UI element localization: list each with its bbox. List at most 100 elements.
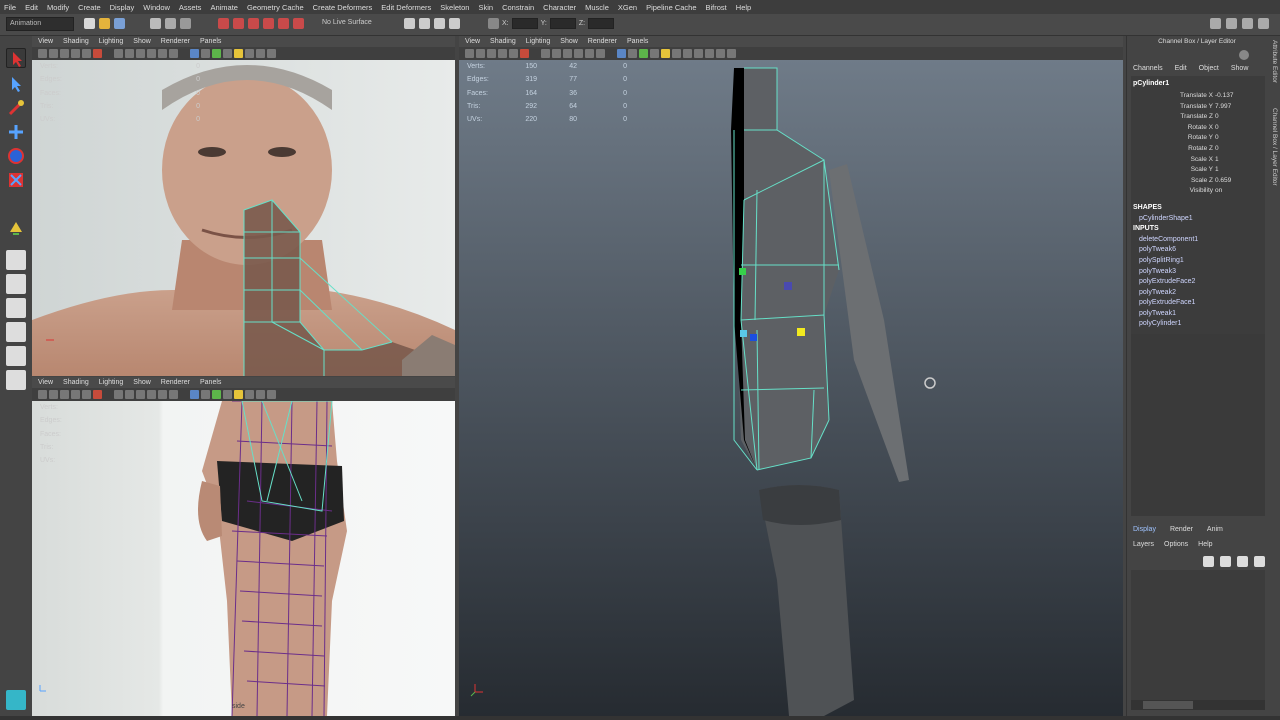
grid-icon[interactable] bbox=[82, 390, 91, 399]
motion-blur-icon[interactable] bbox=[245, 49, 254, 58]
persp-viewport-image[interactable] bbox=[459, 60, 1123, 716]
panel-menu-view[interactable]: View bbox=[465, 38, 480, 45]
input-node[interactable]: polyTweak3 bbox=[1131, 267, 1265, 278]
panel-menu-shading[interactable]: Shading bbox=[63, 379, 89, 386]
menu-create-deformers[interactable]: Create Deformers bbox=[313, 3, 373, 12]
attr-row-scale-z[interactable]: Scale Z 0.659 bbox=[1131, 176, 1265, 187]
panel-menu-shading[interactable]: Shading bbox=[490, 38, 516, 45]
menu-animate[interactable]: Animate bbox=[210, 3, 238, 12]
tab-edit[interactable]: Edit bbox=[1175, 65, 1187, 72]
xray-icon[interactable] bbox=[628, 49, 637, 58]
tab-render-layers[interactable]: Render bbox=[1170, 526, 1193, 538]
attr-value[interactable]: 0 bbox=[1215, 144, 1219, 155]
camera-select-icon[interactable] bbox=[465, 49, 474, 58]
grid-icon[interactable] bbox=[509, 49, 518, 58]
tool-settings-icon[interactable] bbox=[1210, 18, 1221, 29]
shadows-icon[interactable] bbox=[169, 49, 178, 58]
lights-icon[interactable] bbox=[158, 390, 167, 399]
menu-options[interactable]: Options bbox=[1164, 541, 1188, 548]
paint-select-tool-icon[interactable] bbox=[6, 98, 26, 118]
z-field[interactable] bbox=[588, 18, 615, 29]
attr-value[interactable]: 1 bbox=[1215, 165, 1219, 176]
panel-menu-view[interactable]: View bbox=[38, 38, 53, 45]
wireframe-icon[interactable] bbox=[114, 49, 123, 58]
shadows-icon[interactable] bbox=[596, 49, 605, 58]
attr-value[interactable]: 0 bbox=[1215, 123, 1219, 134]
four-view-layout-icon[interactable] bbox=[6, 274, 26, 294]
menu-help[interactable]: Help bbox=[736, 3, 751, 12]
attr-row-translate-z[interactable]: Translate Z0 bbox=[1131, 112, 1265, 123]
wire-on-shaded-icon[interactable] bbox=[136, 49, 145, 58]
menu-xgen[interactable]: XGen bbox=[618, 3, 637, 12]
camera-attr-icon[interactable] bbox=[476, 49, 485, 58]
menu-skin[interactable]: Skin bbox=[478, 3, 493, 12]
panel-menu-show[interactable]: Show bbox=[560, 38, 578, 45]
x-field[interactable] bbox=[511, 18, 538, 29]
lights-icon[interactable] bbox=[585, 49, 594, 58]
ipr-render-icon[interactable] bbox=[434, 18, 445, 29]
menu-edit-deformers[interactable]: Edit Deformers bbox=[381, 3, 431, 12]
transform-mode-icon[interactable] bbox=[488, 18, 499, 29]
attr-value[interactable]: -0.137 bbox=[1215, 91, 1233, 102]
xray-joints-icon[interactable] bbox=[639, 49, 648, 58]
menu-modify[interactable]: Modify bbox=[47, 3, 69, 12]
input-node[interactable]: polySplitRing1 bbox=[1131, 256, 1265, 267]
uv-editor-layout-icon[interactable] bbox=[6, 370, 26, 390]
attr-row-scale-x[interactable]: Scale X1 bbox=[1131, 155, 1265, 166]
camera-attr-icon[interactable] bbox=[49, 390, 58, 399]
channel-box-side-tab[interactable]: Channel Box / Layer Editor bbox=[1268, 108, 1278, 228]
bookmark-icon[interactable] bbox=[60, 49, 69, 58]
move-layer-down-icon[interactable] bbox=[1220, 556, 1231, 567]
new-layer-selected-icon[interactable] bbox=[1254, 556, 1265, 567]
dof-icon[interactable] bbox=[267, 49, 276, 58]
isolate-icon[interactable] bbox=[190, 49, 199, 58]
save-scene-icon[interactable] bbox=[114, 18, 125, 29]
side-viewport-image[interactable] bbox=[32, 401, 455, 716]
render-view-icon[interactable] bbox=[449, 18, 460, 29]
selected-object-name[interactable]: pCylinder1 bbox=[1131, 76, 1265, 91]
input-node[interactable]: polyTweak2 bbox=[1131, 288, 1265, 299]
rotate-tool-icon[interactable] bbox=[6, 146, 26, 166]
image-plane-icon[interactable] bbox=[71, 49, 80, 58]
gate-mask-icon[interactable] bbox=[716, 49, 725, 58]
scrollbar-thumb[interactable] bbox=[1143, 701, 1193, 709]
menu-assets[interactable]: Assets bbox=[179, 3, 202, 12]
isolate-icon[interactable] bbox=[190, 390, 199, 399]
textured-icon[interactable] bbox=[574, 49, 583, 58]
render-frame-icon[interactable] bbox=[419, 18, 430, 29]
attr-value[interactable]: 1 bbox=[1215, 155, 1219, 166]
panel-menu-lighting[interactable]: Lighting bbox=[526, 38, 551, 45]
panel-menu-view[interactable]: View bbox=[38, 379, 53, 386]
layer-scrollbar[interactable] bbox=[1131, 700, 1265, 710]
render-settings-icon[interactable] bbox=[404, 18, 415, 29]
make-live-icon[interactable] bbox=[293, 18, 304, 29]
attr-row-translate-x[interactable]: Translate X -0.137 bbox=[1131, 91, 1265, 102]
film-gate-icon[interactable] bbox=[520, 49, 529, 58]
select-object-icon[interactable] bbox=[165, 18, 176, 29]
dof-icon[interactable] bbox=[267, 390, 276, 399]
input-node[interactable]: polyExtrudeFace1 bbox=[1131, 298, 1265, 309]
image-plane-icon[interactable] bbox=[71, 390, 80, 399]
isolate-icon[interactable] bbox=[617, 49, 626, 58]
attr-row-rotate-y[interactable]: Rotate Y0 bbox=[1131, 133, 1265, 144]
xray-icon[interactable] bbox=[201, 390, 210, 399]
attr-value[interactable]: on bbox=[1215, 186, 1222, 197]
textured-icon[interactable] bbox=[147, 390, 156, 399]
menu-create[interactable]: Create bbox=[78, 3, 101, 12]
smooth-shade-icon[interactable] bbox=[125, 390, 134, 399]
xray-joints-icon[interactable] bbox=[212, 390, 221, 399]
menu-help[interactable]: Help bbox=[1198, 541, 1212, 548]
tab-show[interactable]: Show bbox=[1231, 65, 1249, 72]
y-field[interactable] bbox=[549, 18, 576, 29]
film-gate-icon[interactable] bbox=[93, 49, 102, 58]
ao-icon[interactable] bbox=[234, 49, 243, 58]
menu-window[interactable]: Window bbox=[143, 3, 170, 12]
snap-grid-icon[interactable] bbox=[218, 18, 229, 29]
menu-character[interactable]: Character bbox=[543, 3, 576, 12]
panel-menu-renderer[interactable]: Renderer bbox=[588, 38, 617, 45]
move-layer-up-icon[interactable] bbox=[1203, 556, 1214, 567]
menu-constrain[interactable]: Constrain bbox=[502, 3, 534, 12]
open-scene-icon[interactable] bbox=[99, 18, 110, 29]
render-preview-icon[interactable] bbox=[6, 690, 26, 710]
menu-layers[interactable]: Layers bbox=[1133, 541, 1154, 548]
